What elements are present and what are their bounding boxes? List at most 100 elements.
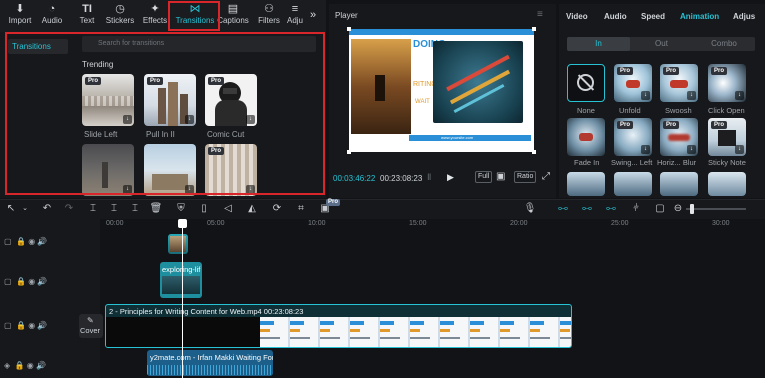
animation-fade-in[interactable] xyxy=(567,118,605,156)
segment-out[interactable]: Out xyxy=(630,37,693,51)
tool-audio[interactable]: ◔ Audio xyxy=(34,3,70,31)
animation-unfold[interactable]: Pro ↓ xyxy=(614,64,652,102)
reverse-icon[interactable]: ◁ xyxy=(221,202,235,216)
animation-horizontal-blur[interactable]: Pro ↓ xyxy=(660,118,698,156)
download-icon[interactable]: ↓ xyxy=(735,145,744,154)
resize-handle[interactable] xyxy=(347,150,351,154)
tab-adjust[interactable]: Adjus xyxy=(733,12,765,21)
snap-icon[interactable]: ⧟ xyxy=(604,202,618,216)
zoom-slider-handle[interactable] xyxy=(690,204,694,214)
shield-icon[interactable]: ⛨ xyxy=(174,202,188,216)
track-controls[interactable]: ◈ 🔒 ◉ 🔊 xyxy=(4,361,46,373)
download-icon[interactable]: ↓ xyxy=(687,145,696,154)
animation-label: Unfold xyxy=(619,106,641,115)
mirror-icon[interactable]: ◭ xyxy=(245,202,259,216)
menu-icon[interactable]: ≡ xyxy=(537,9,543,20)
animation-label: Horiz... Blur xyxy=(657,158,697,167)
link-icon[interactable]: ⧟ xyxy=(556,202,570,216)
preview-text: WAIT xyxy=(415,99,430,105)
resize-handle[interactable] xyxy=(347,27,351,31)
chevron-double-right-icon[interactable]: » xyxy=(310,9,316,21)
track-controls[interactable]: ▢ 🔒 ◉ 🔊 xyxy=(4,277,47,289)
segment-combo[interactable]: Combo xyxy=(693,37,755,51)
redo-icon[interactable]: ↷ xyxy=(62,202,76,216)
full-button[interactable]: Full xyxy=(475,171,493,183)
tab-animation[interactable]: Animation xyxy=(680,12,719,21)
animation-thumb[interactable] xyxy=(708,172,746,196)
transitions-tab-highlight xyxy=(168,1,220,31)
tab-speed[interactable]: Speed xyxy=(641,12,665,21)
track-controls[interactable]: ▢ 🔒 ◉ 🔊 xyxy=(4,321,47,333)
tool-adjust[interactable]: ≡ Adju xyxy=(282,3,308,31)
overlay-clip[interactable] xyxy=(168,234,188,254)
animation-click-open[interactable]: Pro ↓ xyxy=(708,64,746,102)
ruler-label: 30:00 xyxy=(712,220,730,227)
playhead[interactable] xyxy=(182,219,183,378)
playhead-handle[interactable] xyxy=(178,219,187,228)
preview-dna-image xyxy=(433,41,523,123)
resize-handle[interactable] xyxy=(532,150,536,154)
download-icon[interactable]: ↓ xyxy=(687,91,696,100)
rotate-icon[interactable]: ⟳ xyxy=(270,202,284,216)
animation-swing-left[interactable]: Pro ↓ xyxy=(614,118,652,156)
chevron-down-icon[interactable]: ⌄ xyxy=(18,202,32,216)
adjust-icon: ≡ xyxy=(291,3,299,15)
ruler-label: 05:00 xyxy=(207,220,225,227)
animation-label: Swoosh xyxy=(665,106,692,115)
align-icon[interactable]: ⫩ xyxy=(629,202,643,216)
download-icon[interactable]: ↓ xyxy=(641,145,650,154)
magnet-icon[interactable]: ⧟ xyxy=(580,202,594,216)
resize-handle[interactable] xyxy=(532,27,536,31)
timeline xyxy=(0,219,765,378)
animation-thumb[interactable] xyxy=(660,172,698,196)
preview-axis-icon[interactable]: ▢ xyxy=(653,202,667,216)
fullscreen-icon[interactable]: ⤢ xyxy=(542,171,550,182)
animation-label: Swing... Left xyxy=(611,158,653,167)
select-cursor-icon[interactable]: ↖ xyxy=(4,202,18,216)
undo-icon[interactable]: ↶ xyxy=(40,202,54,216)
tool-text[interactable]: TI Text xyxy=(69,3,105,31)
animation-label: None xyxy=(577,106,595,115)
split-left-icon[interactable]: ⌶ xyxy=(107,202,121,216)
text-clip[interactable]: exploring-lif xyxy=(160,262,202,298)
freeze-icon[interactable]: ▯ xyxy=(197,202,211,216)
ratio-button[interactable]: Ratio xyxy=(514,171,537,183)
tool-captions[interactable]: ▤ Captions xyxy=(215,3,251,31)
delete-icon[interactable]: 🗑 xyxy=(149,202,163,216)
animation-label: Fade In xyxy=(574,158,600,167)
main-video-clip[interactable]: 2 - Principles for Writing Content for W… xyxy=(105,304,572,348)
snapshot-icon[interactable]: ▣ xyxy=(496,171,505,182)
animation-thumb[interactable] xyxy=(567,172,605,196)
preview-canvas[interactable]: DOING RITING WAIT www.yoursite.com xyxy=(347,27,536,154)
segment-in[interactable]: In xyxy=(567,37,630,51)
split-icon[interactable]: ⌶ xyxy=(86,202,100,216)
transitions-panel-highlight xyxy=(5,32,325,195)
animation-sticky-note[interactable]: Pro ↓ xyxy=(708,118,746,156)
zoom-out-icon[interactable]: ⊖ xyxy=(671,202,685,216)
tab-video[interactable]: Video xyxy=(566,12,588,21)
cover-button[interactable]: ✎ Cover xyxy=(79,314,103,338)
split-right-icon[interactable]: ⌶ xyxy=(128,202,142,216)
media-toolbar: ⬇ Import ◔ Audio TI Text ◷ Stickers ✦ Ef… xyxy=(0,0,326,32)
tool-stickers[interactable]: ◷ Stickers xyxy=(102,3,138,31)
player-title: Player xyxy=(335,11,358,20)
tool-import[interactable]: ⬇ Import xyxy=(2,3,38,31)
play-icon[interactable]: ▶ xyxy=(447,172,454,183)
animation-none[interactable] xyxy=(567,64,605,102)
microphone-icon[interactable]: 🎙 xyxy=(523,202,537,216)
pro-badge: Pro xyxy=(326,199,341,206)
sticker-icon: ◷ xyxy=(115,3,125,15)
download-icon[interactable]: ↓ xyxy=(641,91,650,100)
audio-clip[interactable]: y2mate.com - Irfan Makki Waiting For xyxy=(147,350,273,376)
download-icon[interactable]: ↓ xyxy=(735,91,744,100)
edit-icon: ✎ xyxy=(87,316,94,325)
track-controls[interactable]: ▢ 🔒 ◉ 🔊 xyxy=(4,237,47,249)
tab-audio[interactable]: Audio xyxy=(604,12,627,21)
animation-swoosh[interactable]: Pro ↓ xyxy=(660,64,698,102)
animation-thumb[interactable] xyxy=(614,172,652,196)
animation-label: Click Open xyxy=(708,106,745,115)
import-icon: ⬇ xyxy=(15,3,25,15)
crop-icon[interactable]: ⌗ xyxy=(294,202,308,216)
pro-badge: Pro xyxy=(617,67,634,75)
zoom-slider[interactable] xyxy=(686,204,746,214)
